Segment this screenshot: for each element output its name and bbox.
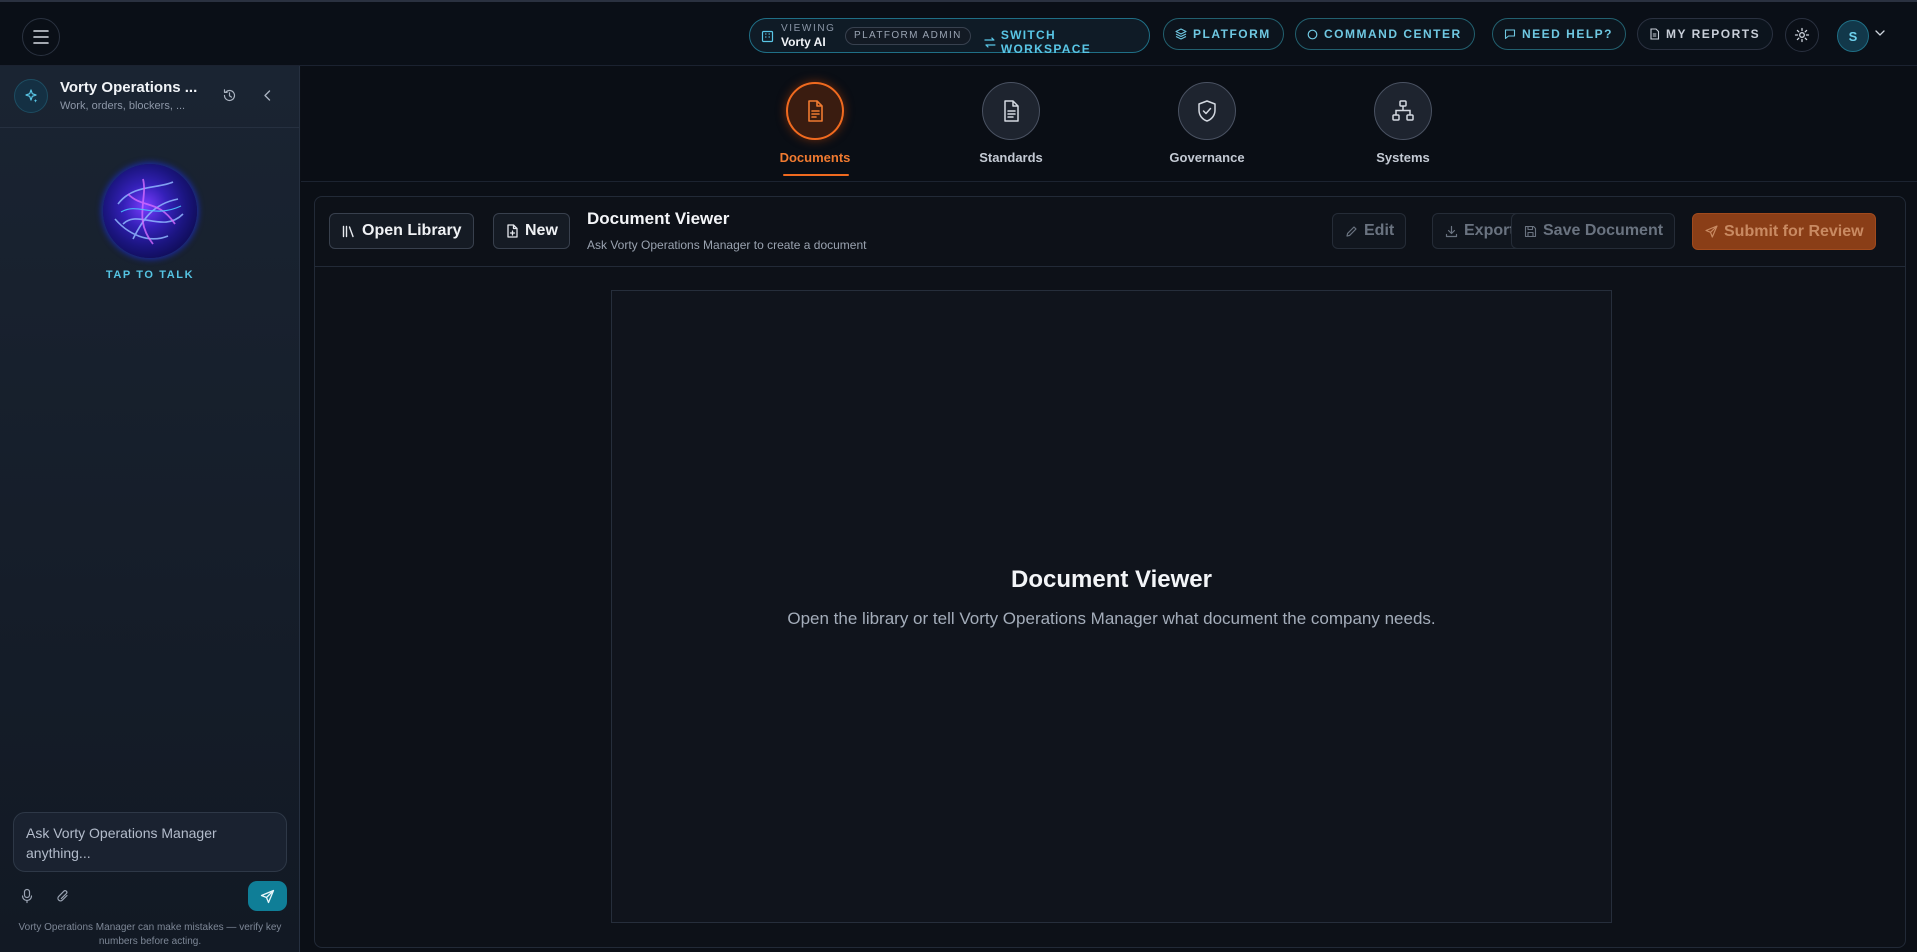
document-panel: Open Library New Document Viewer Ask Vor… [314, 196, 1906, 948]
open-library-button[interactable]: Open Library [329, 213, 474, 249]
assistant-sidebar: Vorty Operations ... Work, orders, block… [0, 66, 300, 952]
circle-icon [1307, 29, 1318, 39]
settings-button[interactable] [1785, 18, 1819, 52]
section-tabs: Documents Standards Governance Systems [301, 66, 1917, 182]
send-icon [1705, 225, 1718, 238]
platform-button[interactable]: PLATFORM [1163, 18, 1284, 50]
panel-toolbar: Open Library New Document Viewer Ask Vor… [315, 197, 1905, 267]
paperclip-icon[interactable] [56, 888, 70, 904]
building-icon [761, 30, 774, 43]
shield-check-icon [1198, 100, 1216, 122]
command-center-button[interactable]: COMMAND CENTER [1295, 18, 1475, 50]
tab-documents-circle [786, 82, 844, 140]
voice-orb-swirl [114, 178, 184, 245]
workspace-pill: VIEWING Vorty AI PLATFORM ADMIN SWITCH W… [749, 18, 1150, 56]
assistant-logo [14, 79, 48, 113]
my-reports-button[interactable]: MY REPORTS [1637, 18, 1774, 50]
viewing-label: VIEWING [781, 23, 836, 34]
document-canvas[interactable]: Document Viewer Open the library or tell… [611, 290, 1612, 923]
panel-subtitle: Ask Vorty Operations Manager to create a… [587, 238, 867, 252]
panel-title: Document Viewer [587, 209, 730, 228]
disclaimer: Vorty Operations Manager can make mistak… [18, 922, 282, 947]
new-document-button[interactable]: New [493, 213, 570, 249]
save-icon [1524, 225, 1537, 237]
layers-icon [1175, 28, 1187, 40]
submit-for-review-label: Submit for Review [1724, 222, 1864, 240]
send-button[interactable] [248, 881, 287, 911]
tab-standards-circle [982, 82, 1040, 140]
microphone-icon[interactable] [20, 888, 34, 904]
open-library-label: Open Library [362, 222, 462, 239]
voice-orb[interactable] [103, 164, 197, 258]
top-bar: VIEWING Vorty AI PLATFORM ADMIN SWITCH W… [0, 0, 1917, 66]
new-file-icon [507, 224, 518, 238]
sidebar-header: Vorty Operations ... Work, orders, block… [0, 66, 300, 128]
tab-governance-circle [1178, 82, 1236, 140]
switch-workspace-label: SWITCH WORKSPACE [1000, 28, 1092, 56]
empty-state-subtitle: Open the library or tell Vorty Operation… [787, 609, 1436, 628]
history-icon[interactable] [222, 88, 237, 103]
sparkle-icon [25, 89, 38, 103]
submit-for-review-button[interactable]: Submit for Review [1692, 213, 1876, 250]
my-reports-label: MY REPORTS [1666, 27, 1761, 41]
tab-documents[interactable]: Documents [755, 82, 875, 165]
export-label: Export [1464, 222, 1515, 239]
pencil-icon [1346, 225, 1357, 237]
chat-bubble-icon [1504, 29, 1516, 40]
tab-systems-circle [1374, 82, 1432, 140]
new-label: New [525, 222, 558, 239]
collapse-sidebar-icon[interactable] [260, 88, 275, 103]
avatar[interactable]: S [1837, 20, 1869, 52]
tab-systems[interactable]: Systems [1343, 82, 1463, 165]
report-icon [1650, 28, 1660, 40]
chevron-down-icon[interactable] [1875, 30, 1885, 36]
active-tab-indicator [783, 174, 849, 176]
chat-input[interactable]: Ask Vorty Operations Manager anything... [13, 812, 287, 872]
need-help-button[interactable]: NEED HELP? [1492, 18, 1627, 50]
tab-standards[interactable]: Standards [951, 82, 1071, 165]
tap-to-talk-label[interactable]: TAP TO TALK [0, 269, 300, 281]
document-lines-icon [1004, 100, 1019, 122]
tab-systems-label: Systems [1376, 150, 1430, 165]
workspace-name: Vorty AI [781, 35, 826, 49]
tab-governance-label: Governance [1169, 150, 1245, 165]
save-document-label: Save Document [1543, 222, 1664, 239]
assistant-title: Vorty Operations ... [60, 79, 198, 96]
gear-icon [1794, 27, 1810, 43]
save-document-button[interactable]: Save Document [1511, 213, 1676, 249]
library-icon [342, 225, 354, 237]
need-help-label: NEED HELP? [1522, 27, 1614, 41]
tab-documents-label: Documents [779, 150, 851, 165]
command-center-label: COMMAND CENTER [1324, 27, 1462, 41]
switch-workspace-button[interactable]: SWITCH WORKSPACE [984, 28, 1149, 56]
empty-state-title: Document Viewer [1011, 566, 1212, 593]
assistant-subtitle: Work, orders, blockers, ... [60, 100, 186, 112]
hierarchy-icon [1392, 100, 1414, 121]
tab-governance[interactable]: Governance [1147, 82, 1267, 165]
workspace-viewing: VIEWING Vorty AI [781, 23, 836, 49]
role-badge: PLATFORM ADMIN [845, 27, 971, 45]
edit-label: Edit [1364, 222, 1395, 239]
menu-button[interactable] [22, 18, 60, 56]
edit-button[interactable]: Edit [1332, 213, 1407, 249]
document-icon [808, 100, 823, 122]
platform-label: PLATFORM [1193, 27, 1271, 41]
hamburger-icon [33, 30, 49, 44]
swap-icon [984, 36, 996, 48]
send-icon [260, 889, 275, 903]
download-icon [1445, 225, 1458, 237]
tab-standards-label: Standards [979, 150, 1043, 165]
